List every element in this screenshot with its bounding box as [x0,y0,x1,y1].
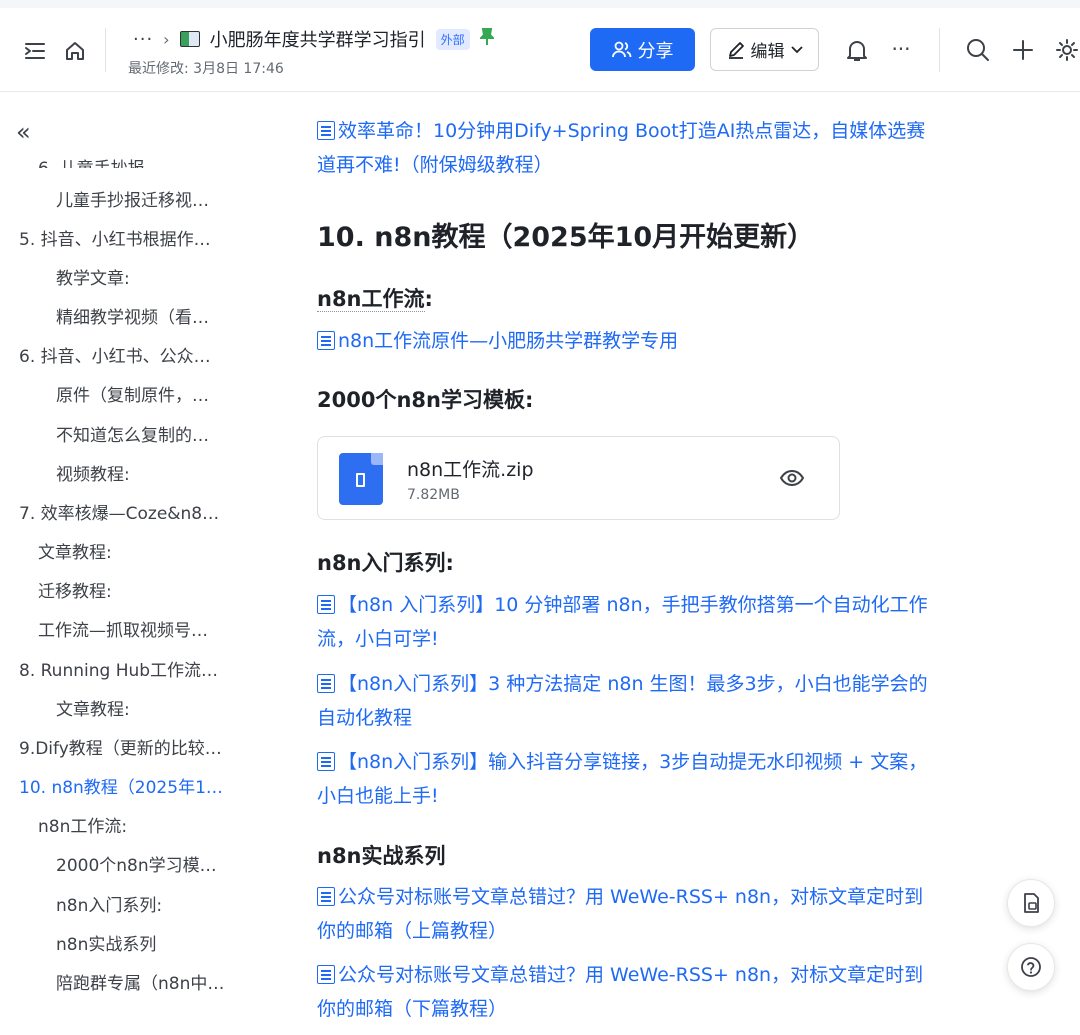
doc-link[interactable]: 公众号对标账号文章总错过？用 WeWe-RSS+ n8n，对标文章定时到 你的邮… [317,880,1007,948]
heading-n8n-workflow: n8n工作流: [317,283,433,313]
link-text: 自动化教程 [317,707,413,729]
toc-item[interactable]: 不知道怎么复制的… [56,421,226,446]
toc-item[interactable]: 儿童手抄报迁移视… [56,186,226,211]
doc-link[interactable]: 【n8n入门系列】输入抖音分享链接，3步自动提无水印视频 + 文案， 小白也能上… [317,745,1007,813]
document-icon [317,887,335,906]
question-icon [1021,957,1041,977]
divider [105,28,106,72]
link-text: 【n8n入门系列】输入抖音分享链接，3步自动提无水印视频 + 文案， [338,751,928,773]
toc-item[interactable]: n8n实战系列 [56,930,226,955]
document-icon [317,595,335,614]
doc-link[interactable]: 公众号对标账号文章总错过？用 WeWe-RSS+ n8n，对标文章定时到 你的邮… [317,958,1007,1026]
toc-item[interactable]: 6. 抖音、小红书、公众… [19,342,229,367]
users-icon [611,41,631,57]
doc-emoji-icon [179,31,200,47]
outline-toggle-icon[interactable] [22,38,48,64]
doc-link[interactable]: 【n8n入门系列】3 种方法搞定 n8n 生图！最多3步，小白也能学会的 自动化… [317,667,1007,735]
toc-item[interactable]: 文章教程: [56,695,226,720]
help-button[interactable] [1007,943,1055,991]
toc-item[interactable]: 6. 儿童手抄报 [38,154,228,168]
toc-item[interactable]: 迁移教程: [38,577,228,602]
zip-file-icon [339,453,383,505]
doc-link[interactable]: 【n8n 入门系列】10 分钟部署 n8n，手把手教你搭第一个自动化工作 流，小… [317,588,1007,656]
doc-link[interactable]: 效率革命！10分钟用Dify+Spring Boot打造AI热点雷达，自媒体选赛… [317,114,1007,182]
toc-item[interactable]: n8n入门系列: [56,891,226,916]
link-text: 【n8n 入门系列】10 分钟部署 n8n，手把手教你搭第一个自动化工作 [338,594,928,616]
edit-label: 编辑 [750,42,785,62]
heading-n8n-tutorial: 10. n8n教程（2025年10月开始更新） [317,222,815,253]
toc-item[interactable]: 精细教学视频（看… [56,303,226,328]
edit-button[interactable]: 编辑 [710,28,819,71]
file-size: 7.82MB [407,487,460,503]
toc-item[interactable]: 7. 效率核爆—Coze&n8n… [19,499,229,524]
link-text: n8n工作流原件—小肥肠共学群教学专用 [338,330,679,352]
toc-item[interactable]: 5. 抖音、小红书根据作… [19,225,229,250]
heading-practice-series: n8n实战系列 [317,844,446,868]
document-icon [317,121,335,140]
document-icon [317,965,335,984]
collapse-sidebar-icon[interactable]: « [16,118,31,146]
external-badge: 外部 [435,28,470,50]
document-icon [317,752,335,771]
chevron-down-icon [790,45,803,53]
toc-item[interactable]: 9.Dify教程（更新的比较… [19,734,229,759]
link-text: 你的邮箱（下篇教程） [317,998,508,1020]
settings-icon[interactable] [1054,37,1080,63]
link-text: 【n8n入门系列】3 种方法搞定 n8n 生图！最多3步，小白也能学会的 [338,673,928,695]
chevron-right-icon: › [163,29,170,49]
toc-item[interactable]: 文章教程: [38,538,228,563]
more-icon[interactable]: ··· [886,34,916,64]
search-icon[interactable] [965,37,991,63]
link-text: 公众号对标账号文章总错过？用 WeWe-RSS+ n8n，对标文章定时到 [338,886,924,908]
toc-item[interactable]: 视频教程: [56,460,226,485]
toc-item[interactable]: 陪跑群专属（n8n中… [56,969,226,994]
link-text: 你的邮箱（上篇教程） [317,920,508,942]
doc-title[interactable]: 小肥肠年度共学群学习指引 [210,26,426,52]
toc-item[interactable]: 2000个n8n学习模… [56,851,226,876]
file-name: n8n工作流.zip [407,459,534,481]
share-button[interactable]: 分享 [590,28,695,71]
toc-item[interactable]: 工作流—抓取视频号… [38,616,228,641]
toc-item[interactable]: 教学文章: [56,264,226,289]
pencil-icon [728,41,744,59]
top-bar: ··· › 小肥肠年度共学群学习指引 外部 最近修改: 3月8日 17:46 分… [0,0,1080,92]
toc-item[interactable]: 原件（复制原件，… [56,381,226,406]
home-icon[interactable] [62,38,88,64]
top-strip [0,0,1080,8]
divider [939,28,940,72]
heading-colon: : [424,287,433,311]
document-check-icon [1024,893,1039,913]
preview-eye-icon[interactable] [779,468,805,492]
doc-assistant-button[interactable] [1007,879,1055,927]
outline-sidebar: « 6. 儿童手抄报 儿童手抄报迁移视… 5. 抖音、小红书根据作… 教学文章:… [0,92,240,1035]
toc-item-active[interactable]: 10. n8n教程（2025年10… [19,773,229,798]
heading-templates: 2000个n8n学习模板: [317,388,534,412]
toc-item[interactable]: 8. Running Hub工作流… [19,656,229,681]
document-body: 效率革命！10分钟用Dify+Spring Boot打造AI热点雷达，自媒体选赛… [240,92,1080,1035]
document-icon [317,674,335,693]
doc-link[interactable]: n8n工作流原件—小肥肠共学群教学专用 [317,324,678,358]
bell-icon[interactable] [844,38,870,64]
file-attachment-card[interactable]: n8n工作流.zip 7.82MB [317,436,840,520]
heading-intro-series: n8n入门系列: [317,551,454,575]
toc-item[interactable]: n8n工作流: [38,812,228,837]
plus-icon[interactable] [1010,37,1036,63]
link-text: 效率革命！10分钟用Dify+Spring Boot打造AI热点雷达，自媒体选赛 [338,120,926,142]
pin-icon[interactable] [478,28,496,50]
share-label: 分享 [637,40,674,62]
document-icon [317,331,335,350]
last-modified: 最近修改: 3月8日 17:46 [128,61,284,77]
link-text: 小白也能上手! [317,785,439,807]
link-text: 公众号对标账号文章总错过？用 WeWe-RSS+ n8n，对标文章定时到 [338,964,924,986]
link-text: 流，小白可学! [317,628,439,650]
breadcrumb-more[interactable]: ··· [133,29,153,50]
heading-text: n8n工作流 [317,287,425,312]
link-text: 道再不难!（附保姆级教程） [317,154,553,176]
breadcrumb: ··· › 小肥肠年度共学群学习指引 外部 [133,26,496,52]
